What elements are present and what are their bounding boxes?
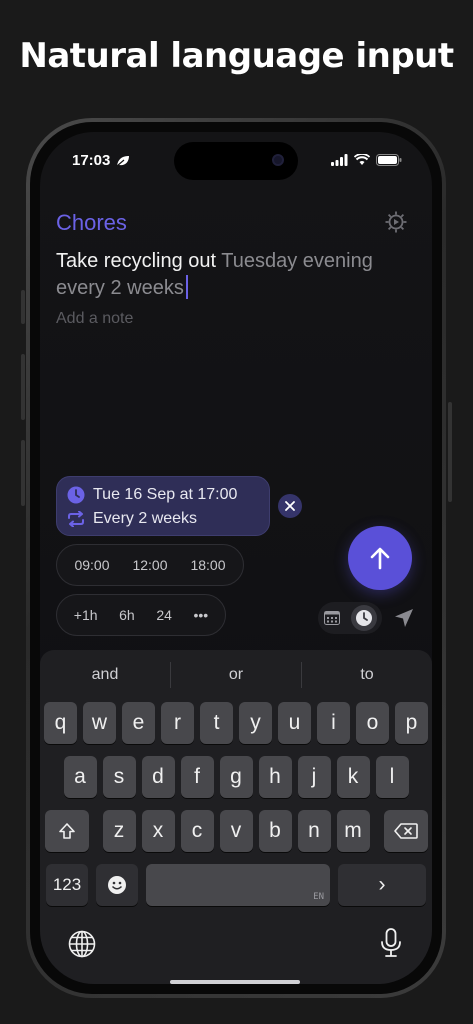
leaf-icon (116, 154, 130, 172)
key-i[interactable]: i (317, 702, 350, 744)
time-offsets: +1h 6h 24 ••• (56, 594, 226, 636)
clock-icon (67, 486, 85, 504)
signal-icon (331, 154, 348, 166)
key-z[interactable]: z (102, 810, 136, 852)
key-j[interactable]: j (297, 756, 331, 798)
key-r[interactable]: r (161, 702, 194, 744)
key-e[interactable]: e (122, 702, 155, 744)
camera-icon (272, 154, 284, 166)
emoji-icon (108, 876, 126, 894)
gear-icon[interactable] (384, 210, 408, 239)
clock-mode-icon[interactable] (350, 605, 377, 631)
volume-up-button (21, 354, 25, 420)
schedule-repeat: Every 2 weeks (93, 510, 198, 527)
key-n[interactable]: n (297, 810, 331, 852)
power-button (448, 402, 452, 502)
space-key[interactable]: EN (146, 864, 330, 906)
shift-key[interactable] (44, 810, 89, 852)
schedule-chip[interactable]: Tue 16 Sep at 17:00 Every 2 weeks (56, 476, 270, 536)
numbers-key[interactable]: 123 (46, 864, 88, 906)
key-x[interactable]: x (141, 810, 175, 852)
key-q[interactable]: q (44, 702, 77, 744)
battery-icon (376, 154, 402, 166)
more-options[interactable]: ••• (193, 607, 208, 623)
key-t[interactable]: t (200, 702, 233, 744)
key-u[interactable]: u (278, 702, 311, 744)
key-m[interactable]: m (336, 810, 370, 852)
text-cursor (185, 275, 188, 299)
date-mode-toggle (318, 602, 382, 634)
status-time: 17:03 (72, 152, 111, 169)
key-s[interactable]: s (102, 756, 136, 798)
keyboard-language: EN (313, 892, 324, 902)
key-w[interactable]: w (83, 702, 116, 744)
schedule-date: Tue 16 Sep at 17:00 (93, 486, 238, 503)
backspace-key[interactable] (383, 810, 428, 852)
offset-option[interactable]: +1h (74, 607, 98, 623)
globe-icon[interactable] (68, 930, 96, 963)
key-y[interactable]: y (239, 702, 272, 744)
location-arrow-icon[interactable] (394, 608, 414, 633)
backspace-icon (393, 823, 418, 839)
suggestion[interactable]: to (302, 660, 432, 690)
key-k[interactable]: k (336, 756, 370, 798)
headline: Natural language input (19, 36, 454, 76)
offset-option[interactable]: 6h (119, 607, 135, 623)
time-option[interactable]: 09:00 (74, 557, 109, 573)
action-button (21, 290, 25, 324)
key-v[interactable]: v (219, 810, 253, 852)
task-text: Take recycling out (56, 250, 217, 272)
key-l[interactable]: l (375, 756, 409, 798)
time-option[interactable]: 12:00 (132, 557, 167, 573)
close-icon[interactable] (278, 494, 302, 518)
calendar-icon[interactable] (323, 611, 340, 625)
note-field[interactable]: Add a note (56, 310, 133, 328)
phone-screen: 17:03 Chores Take recycling out Tuesday … (40, 132, 432, 984)
home-indicator (170, 980, 300, 984)
mic-icon[interactable] (380, 928, 402, 963)
key-b[interactable]: b (258, 810, 292, 852)
repeat-icon (68, 511, 84, 527)
key-o[interactable]: o (356, 702, 389, 744)
return-key[interactable]: › (338, 864, 426, 906)
suggestion[interactable]: and (40, 660, 170, 690)
key-f[interactable]: f (180, 756, 214, 798)
keyboard: and or to q w e r t y u i o p a s d f g … (40, 650, 432, 984)
offset-option[interactable]: 24 (156, 607, 172, 623)
key-p[interactable]: p (395, 702, 428, 744)
list-title[interactable]: Chores (56, 210, 127, 236)
wifi-icon (354, 154, 370, 165)
quick-times: 09:00 12:00 18:00 (56, 544, 244, 586)
emoji-key[interactable] (96, 864, 138, 906)
key-c[interactable]: c (180, 810, 214, 852)
time-option[interactable]: 18:00 (190, 557, 225, 573)
send-button[interactable] (348, 526, 412, 590)
phone-frame: 17:03 Chores Take recycling out Tuesday … (26, 118, 446, 998)
shift-icon (58, 823, 75, 839)
volume-down-button (21, 440, 25, 506)
arrow-up-icon (370, 547, 390, 570)
key-g[interactable]: g (219, 756, 253, 798)
task-input[interactable]: Take recycling out Tuesday evening every… (56, 248, 406, 302)
key-d[interactable]: d (141, 756, 175, 798)
suggestion[interactable]: or (171, 660, 301, 690)
key-a[interactable]: a (63, 756, 97, 798)
key-h[interactable]: h (258, 756, 292, 798)
